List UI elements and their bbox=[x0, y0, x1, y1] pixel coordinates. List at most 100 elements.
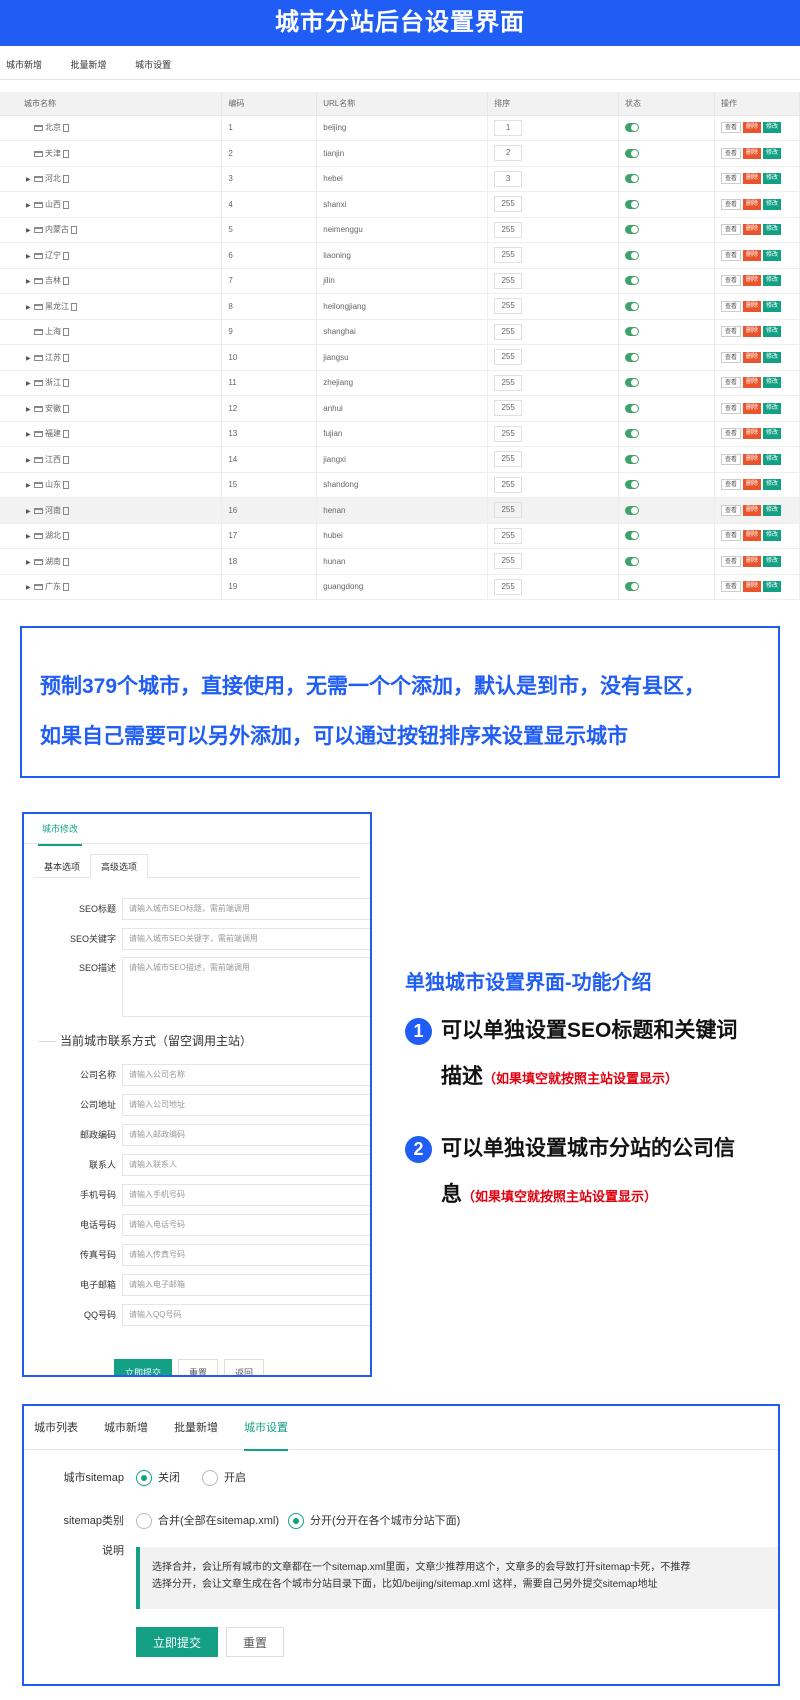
delete-button[interactable]: 删除 bbox=[742, 453, 761, 465]
contact-field-input[interactable]: 请输入传真号码 bbox=[122, 1244, 370, 1266]
sort-input[interactable]: 255 bbox=[494, 400, 523, 417]
sort-input[interactable]: 255 bbox=[494, 425, 523, 442]
delete-button[interactable]: 删除 bbox=[742, 504, 761, 516]
status-toggle[interactable] bbox=[625, 505, 640, 515]
edit-button[interactable]: 修改 bbox=[763, 428, 782, 440]
contact-field-input[interactable]: 请输入手机号码 bbox=[122, 1184, 370, 1206]
sort-input[interactable]: 255 bbox=[494, 527, 523, 544]
view-button[interactable]: 查看 bbox=[720, 249, 741, 261]
subtab-advanced[interactable]: 高级选项 bbox=[90, 854, 149, 878]
sort-input[interactable]: 2 bbox=[494, 145, 523, 162]
reset-button[interactable]: 重置 bbox=[178, 1359, 219, 1375]
sort-input[interactable]: 255 bbox=[494, 451, 523, 468]
delete-button[interactable]: 删除 bbox=[742, 326, 761, 338]
edit-button[interactable]: 修改 bbox=[763, 147, 782, 159]
view-button[interactable]: 查看 bbox=[720, 428, 741, 440]
status-toggle[interactable] bbox=[625, 148, 640, 158]
contact-field-input[interactable]: 请输入联系人 bbox=[122, 1154, 370, 1176]
expand-arrow-icon[interactable]: ▶ bbox=[26, 380, 34, 387]
edit-button[interactable]: 修改 bbox=[763, 198, 782, 210]
edit-button[interactable]: 修改 bbox=[763, 326, 782, 338]
delete-button[interactable]: 删除 bbox=[742, 555, 761, 567]
subtab-basic[interactable]: 基本选项 bbox=[34, 855, 90, 879]
view-button[interactable]: 查看 bbox=[720, 479, 741, 491]
sort-input[interactable]: 255 bbox=[494, 374, 523, 391]
sort-input[interactable]: 255 bbox=[494, 502, 523, 519]
delete-button[interactable]: 删除 bbox=[742, 198, 761, 210]
delete-button[interactable]: 删除 bbox=[742, 147, 761, 159]
status-toggle[interactable] bbox=[625, 174, 640, 184]
delete-button[interactable]: 删除 bbox=[742, 249, 761, 261]
edit-button[interactable]: 修改 bbox=[763, 453, 782, 465]
status-toggle[interactable] bbox=[625, 556, 640, 566]
edit-button[interactable]: 修改 bbox=[763, 122, 782, 134]
view-button[interactable]: 查看 bbox=[720, 224, 741, 236]
edit-button[interactable]: 修改 bbox=[763, 377, 782, 389]
edit-button[interactable]: 修改 bbox=[763, 173, 782, 185]
edit-button[interactable]: 修改 bbox=[763, 275, 782, 287]
tab-city-settings[interactable]: 城市设置 bbox=[244, 1407, 288, 1451]
edit-button[interactable]: 修改 bbox=[763, 249, 782, 261]
view-button[interactable]: 查看 bbox=[720, 504, 741, 516]
edit-button[interactable]: 修改 bbox=[763, 351, 782, 363]
expand-arrow-icon[interactable]: ▶ bbox=[26, 559, 34, 566]
sitemap-option-off[interactable]: 关闭 bbox=[136, 1463, 180, 1493]
delete-button[interactable]: 删除 bbox=[742, 377, 761, 389]
status-toggle[interactable] bbox=[625, 327, 640, 337]
delete-button[interactable]: 删除 bbox=[742, 402, 761, 414]
sitemap-type-split[interactable]: 分开(分开在各个城市分站下面) bbox=[288, 1506, 460, 1536]
view-button[interactable]: 查看 bbox=[720, 555, 741, 567]
delete-button[interactable]: 删除 bbox=[742, 173, 761, 185]
expand-arrow-icon[interactable]: ▶ bbox=[26, 584, 34, 591]
settings-submit-button[interactable]: 立即提交 bbox=[136, 1627, 219, 1657]
expand-arrow-icon[interactable]: ▶ bbox=[26, 227, 34, 234]
delete-button[interactable]: 删除 bbox=[742, 351, 761, 363]
status-toggle[interactable] bbox=[625, 480, 640, 490]
seo-desc-textarea[interactable]: 请输入城市SEO描述，需前端调用 bbox=[122, 957, 370, 1017]
tab-city-edit[interactable]: 城市修改 bbox=[38, 814, 83, 846]
sort-input[interactable]: 255 bbox=[494, 221, 523, 238]
expand-arrow-icon[interactable]: ▶ bbox=[26, 533, 34, 540]
nav-batch-add[interactable]: 批量新增 bbox=[71, 50, 107, 80]
delete-button[interactable]: 删除 bbox=[742, 581, 761, 593]
contact-field-input[interactable]: 请输入电子邮箱 bbox=[122, 1274, 370, 1296]
expand-arrow-icon[interactable]: ▶ bbox=[26, 355, 34, 362]
contact-field-input[interactable]: 请输入公司名称 bbox=[122, 1064, 370, 1086]
status-toggle[interactable] bbox=[625, 250, 640, 260]
edit-button[interactable]: 修改 bbox=[763, 300, 782, 312]
status-toggle[interactable] bbox=[625, 301, 640, 311]
status-toggle[interactable] bbox=[625, 225, 640, 235]
view-button[interactable]: 查看 bbox=[720, 453, 741, 465]
view-button[interactable]: 查看 bbox=[720, 326, 741, 338]
expand-arrow-icon[interactable]: ▶ bbox=[26, 431, 34, 438]
expand-arrow-icon[interactable]: ▶ bbox=[26, 176, 34, 183]
delete-button[interactable]: 删除 bbox=[742, 428, 761, 440]
delete-button[interactable]: 删除 bbox=[742, 224, 761, 236]
status-toggle[interactable] bbox=[625, 531, 640, 541]
view-button[interactable]: 查看 bbox=[720, 377, 741, 389]
delete-button[interactable]: 删除 bbox=[742, 122, 761, 134]
edit-button[interactable]: 修改 bbox=[763, 402, 782, 414]
sort-input[interactable]: 3 bbox=[494, 170, 523, 187]
sort-input[interactable]: 255 bbox=[494, 247, 523, 264]
contact-field-input[interactable]: 请输入电话号码 bbox=[122, 1214, 370, 1236]
status-toggle[interactable] bbox=[625, 403, 640, 413]
contact-field-input[interactable]: 请输入公司地址 bbox=[122, 1094, 370, 1116]
sort-input[interactable]: 255 bbox=[494, 349, 523, 366]
sort-input[interactable]: 255 bbox=[494, 272, 523, 289]
view-button[interactable]: 查看 bbox=[720, 147, 741, 159]
status-toggle[interactable] bbox=[625, 123, 640, 133]
view-button[interactable]: 查看 bbox=[720, 402, 741, 414]
edit-button[interactable]: 修改 bbox=[763, 555, 782, 567]
view-button[interactable]: 查看 bbox=[720, 275, 741, 287]
nav-city-settings[interactable]: 城市设置 bbox=[135, 50, 171, 80]
sort-input[interactable]: 255 bbox=[494, 196, 523, 213]
view-button[interactable]: 查看 bbox=[720, 530, 741, 542]
status-toggle[interactable] bbox=[625, 199, 640, 209]
settings-reset-button[interactable]: 重置 bbox=[226, 1627, 285, 1657]
seo-keywords-input[interactable]: 请输入城市SEO关键字，需前端调用 bbox=[122, 928, 370, 950]
expand-arrow-icon[interactable]: ▶ bbox=[26, 406, 34, 413]
status-toggle[interactable] bbox=[625, 582, 640, 592]
nav-city-add[interactable]: 城市新增 bbox=[6, 50, 42, 80]
expand-arrow-icon[interactable]: ▶ bbox=[26, 457, 34, 464]
